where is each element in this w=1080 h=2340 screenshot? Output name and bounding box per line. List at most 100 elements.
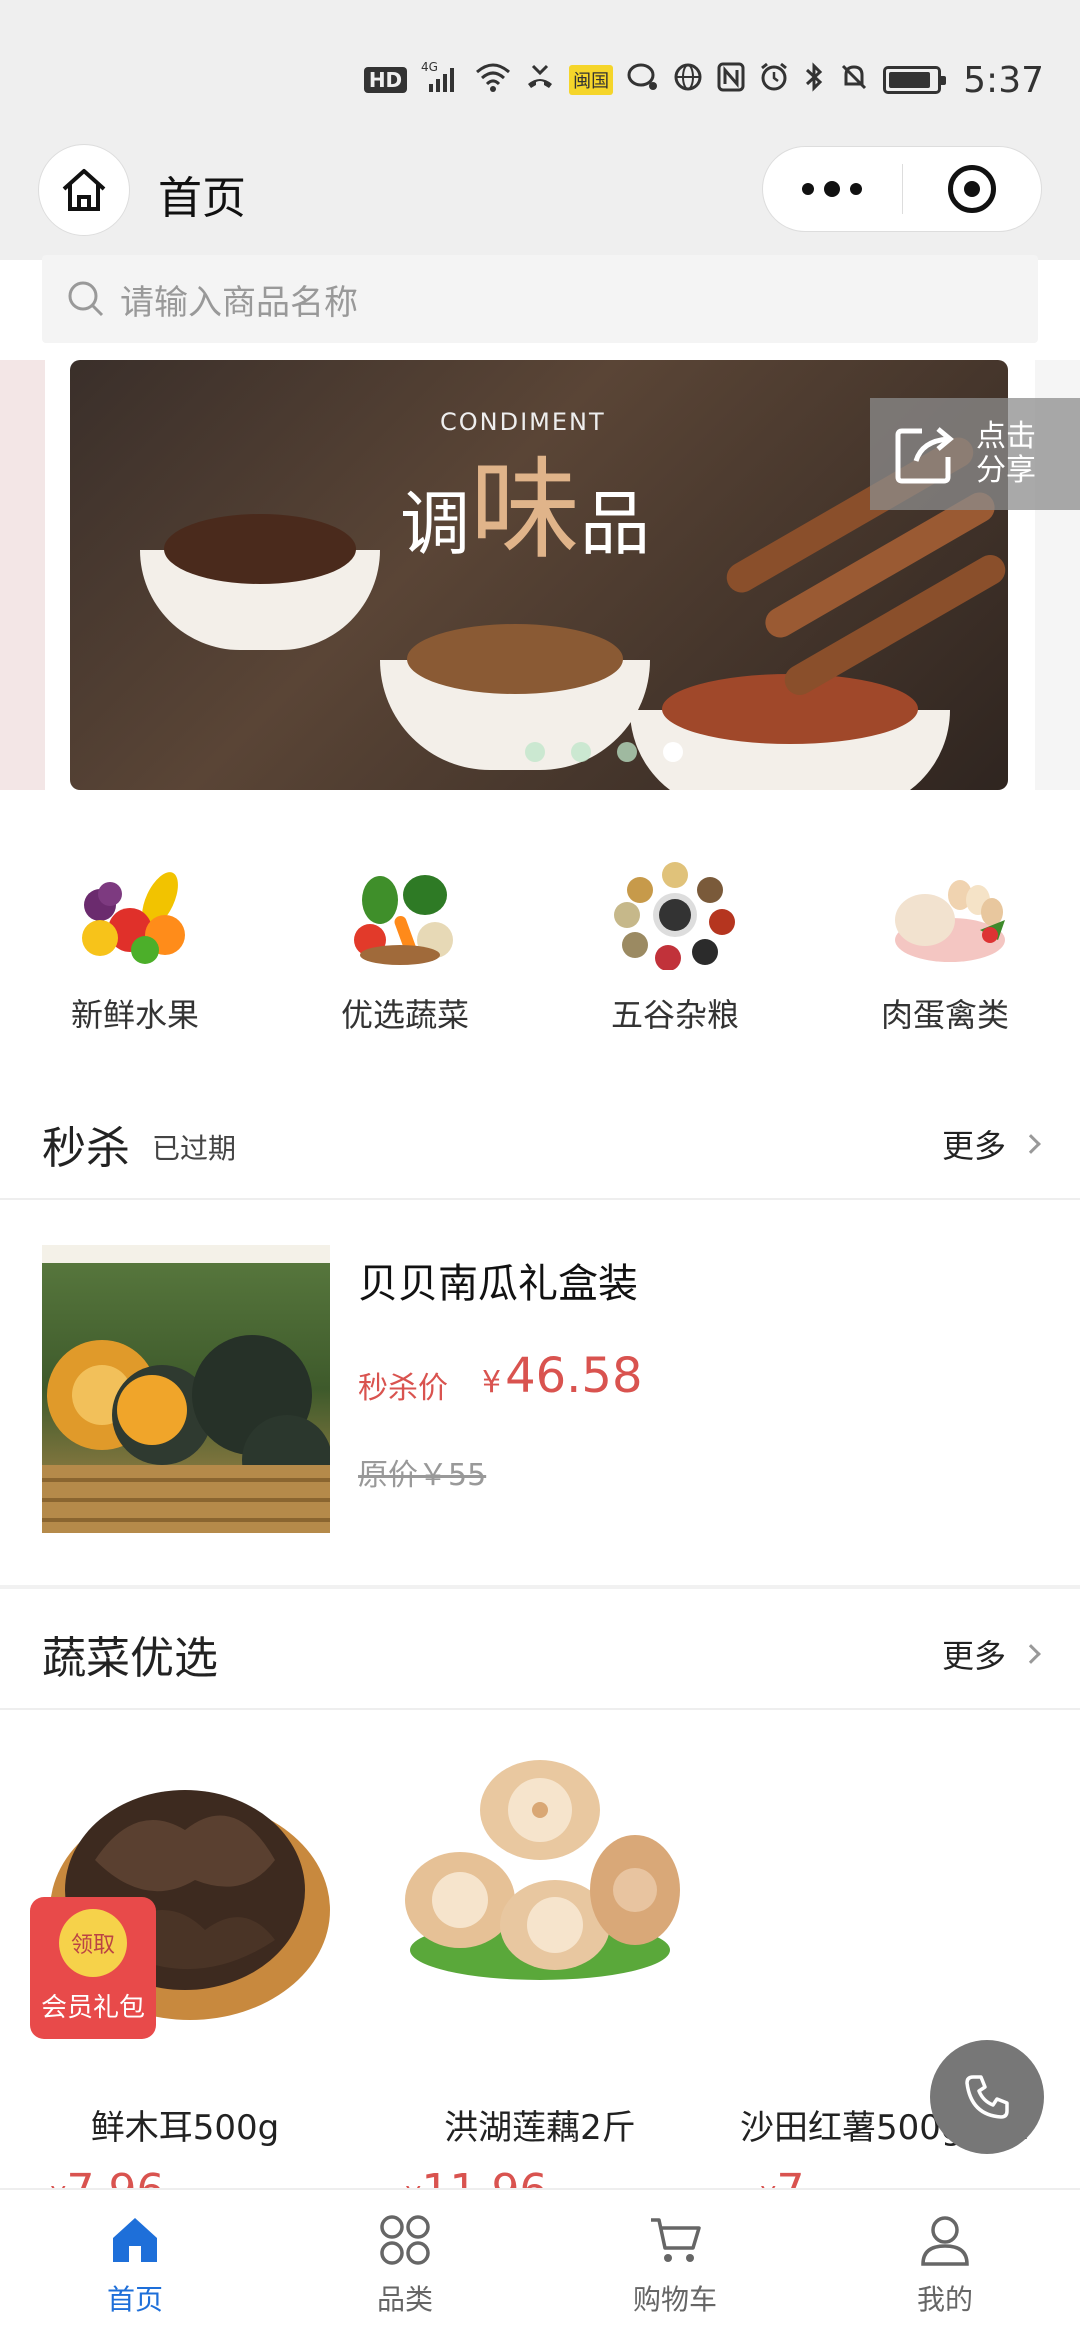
flash-sale-title: 秒杀 (42, 1123, 130, 1174)
home-button[interactable] (38, 144, 130, 236)
banner-carousel[interactable]: CONDIMENT 调味品 点击分享 (0, 360, 1080, 790)
chevron-right-icon (1021, 1644, 1041, 1664)
original-price: 原价￥55 (358, 1458, 487, 1493)
home-outline-icon (62, 169, 106, 211)
vegetable-more-link[interactable]: 更多 (941, 1631, 1041, 1677)
section-divider (0, 1585, 1080, 1589)
battery-icon (883, 66, 947, 94)
banner-prev-peek (0, 360, 45, 790)
tab-home[interactable]: 首页 (0, 2190, 270, 2340)
nfc-icon (717, 62, 745, 99)
flash-price: ¥46.58 (482, 1348, 643, 1404)
user-icon (921, 2216, 969, 2266)
chat-icon (627, 62, 659, 99)
meat-egg-icon (880, 860, 1010, 970)
category-label: 肉蛋禽类 (880, 996, 1009, 1034)
more-menu-button[interactable] (763, 181, 902, 197)
category-nav: 新鲜水果 优选蔬菜 五谷杂粮 肉蛋禽类 (0, 860, 1080, 1060)
page-title: 首页 (158, 173, 246, 224)
share-icon (895, 427, 954, 484)
pumpkin-product-image (42, 1245, 330, 1533)
flash-sale-more-link[interactable]: 更多 (941, 1121, 1041, 1167)
category-grain[interactable]: 五谷杂粮 (540, 860, 810, 1060)
product-name: 鲜木耳500g (90, 2108, 280, 2148)
clock-time: 5:37 (963, 59, 1044, 101)
share-button[interactable]: 点击分享 (870, 398, 1080, 510)
banner-title: 调味品 (400, 420, 650, 580)
product-card[interactable]: 洪湖莲藕2斤 ¥11.96 (375, 1740, 705, 2216)
price-value: 46.58 (505, 1348, 643, 1404)
carousel-indicator (525, 742, 683, 762)
tab-label: 购物车 (632, 2283, 717, 2316)
gift-coin-icon: 领取 (59, 1909, 127, 1977)
banner-title-char: 调 (400, 483, 470, 565)
phone-icon (965, 2075, 1009, 2119)
more-label: 更多 (941, 1127, 1006, 1165)
home-icon (113, 2218, 157, 2262)
search-icon (68, 281, 104, 317)
carousel-dot-active[interactable] (663, 742, 683, 762)
tab-label: 我的 (916, 2283, 973, 2316)
chevron-right-icon (1021, 1134, 1041, 1154)
tab-profile[interactable]: 我的 (810, 2190, 1080, 2340)
tab-cart[interactable]: 购物车 (540, 2190, 810, 2340)
cellular-signal-icon: 4G (421, 60, 461, 101)
globe-icon (673, 62, 703, 99)
hd-icon: HD (363, 67, 408, 93)
alarm-icon (759, 62, 789, 99)
cart-icon (651, 2218, 701, 2262)
vegetable-section-header: 蔬菜优选 更多 (0, 1600, 1080, 1710)
tab-category[interactable]: 品类 (270, 2190, 540, 2340)
svg-text:4G: 4G (421, 60, 438, 74)
grain-icon (610, 860, 740, 971)
member-gift-button[interactable]: 领取 会员礼包 (30, 1897, 156, 2039)
more-dots-icon (850, 183, 863, 195)
tab-label: 品类 (376, 2283, 433, 2316)
status-bar: HD 4G 闽国 5:37 (0, 0, 1080, 150)
app-badge-icon: 闽国 (569, 65, 614, 95)
bottom-tab-bar: 首页 品类 购物车 我的 (0, 2188, 1080, 2340)
flash-price-label: 秒杀价 (358, 1371, 448, 1406)
app-root: HD 4G 闽国 5:37 首页 请输入商品名称 CONDIMENT 调味品 点… (0, 0, 1080, 2340)
category-icon (380, 2215, 430, 2265)
carousel-dot[interactable] (571, 742, 591, 762)
flash-sale-product[interactable]: 贝贝南瓜礼盒装 秒杀价 ¥46.58 原价￥55 (42, 1245, 1042, 1535)
missed-call-icon (525, 62, 555, 99)
gift-label: 会员礼包 (40, 1993, 145, 2023)
more-dots-icon (802, 183, 815, 195)
category-label: 优选蔬菜 (340, 996, 469, 1034)
category-fruit[interactable]: 新鲜水果 (0, 860, 270, 1060)
search-bar[interactable]: 请输入商品名称 (42, 255, 1038, 343)
search-placeholder: 请输入商品名称 (120, 282, 358, 323)
miniprogram-capsule (762, 146, 1042, 232)
star-anise-bowl (140, 514, 380, 650)
customer-service-call-button[interactable] (930, 2040, 1044, 2154)
wifi-icon (475, 62, 511, 99)
target-close-icon (947, 165, 996, 213)
banner-title-big-char: 味 (470, 446, 580, 574)
tab-label: 首页 (106, 2283, 163, 2316)
flash-sale-header: 秒杀 已过期 更多 (0, 1090, 1080, 1200)
vegetable-icon (340, 860, 470, 970)
fruit-icon (70, 860, 200, 970)
more-dots-icon (824, 181, 841, 197)
category-meat-egg[interactable]: 肉蛋禽类 (810, 860, 1080, 1060)
banner-slide[interactable]: CONDIMENT 调味品 (70, 360, 1008, 790)
more-label: 更多 (941, 1637, 1006, 1675)
status-icons: HD 4G 闽国 5:37 (363, 58, 1044, 102)
lotus-root-product-image (390, 1740, 690, 2040)
category-vegetable[interactable]: 优选蔬菜 (270, 860, 540, 1060)
carousel-dot[interactable] (525, 742, 545, 762)
carousel-dot[interactable] (617, 742, 637, 762)
currency-symbol: ¥ (482, 1365, 502, 1400)
product-name: 贝贝南瓜礼盒装 (358, 1261, 638, 1307)
vegetable-product-list: 鲜木耳500g ¥7.96 洪湖莲藕2斤 ¥11.96 沙田红薯500g（… ¥… (0, 1740, 1080, 2216)
close-miniprogram-button[interactable] (902, 165, 1041, 213)
category-label: 五谷杂粮 (610, 996, 739, 1034)
title-bar: 首页 (0, 140, 1080, 260)
vegetable-section-title: 蔬菜优选 (42, 1633, 218, 1684)
flash-sale-status: 已过期 (152, 1132, 237, 1165)
mute-icon (839, 62, 869, 99)
sweet-potato-product-image (745, 1740, 1045, 2040)
category-label: 新鲜水果 (70, 996, 199, 1034)
